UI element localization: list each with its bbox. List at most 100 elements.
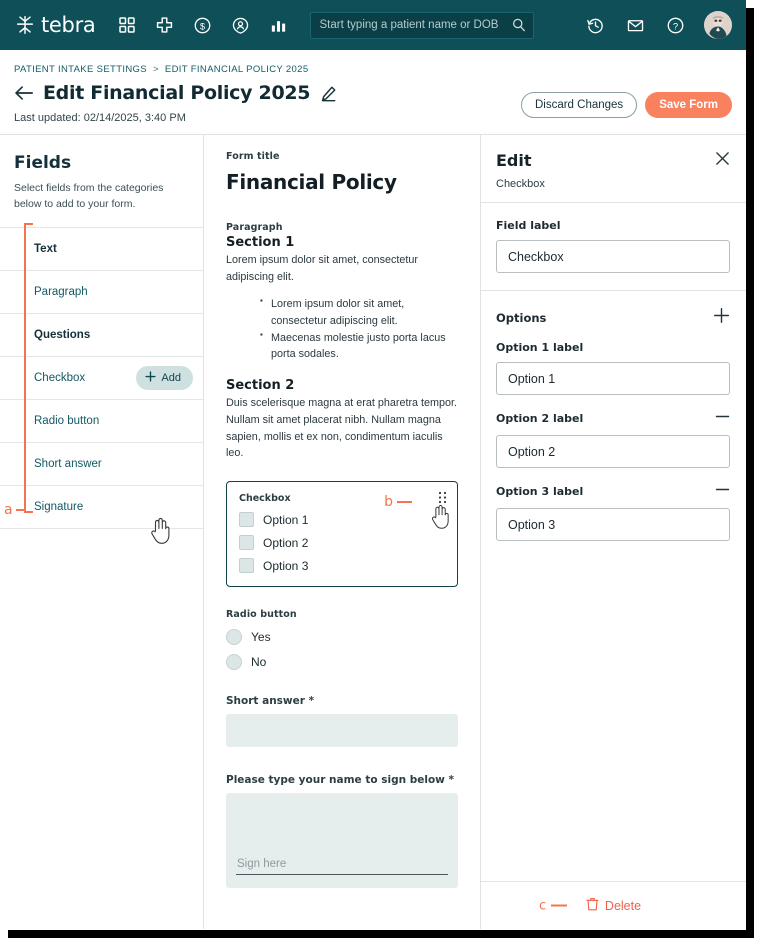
plus-icon bbox=[145, 370, 157, 385]
remove-option-3-icon[interactable] bbox=[715, 482, 730, 500]
breadcrumb-current: EDIT FINANCIAL POLICY 2025 bbox=[164, 64, 309, 75]
checkbox-field-label: Checkbox bbox=[239, 493, 291, 505]
checkbox-option-row[interactable]: Option 3 bbox=[239, 558, 445, 574]
patient-location-icon[interactable] bbox=[222, 6, 260, 44]
close-icon[interactable] bbox=[715, 151, 730, 166]
short-answer-label: Short answer * bbox=[226, 695, 315, 708]
history-clock-icon[interactable] bbox=[576, 6, 614, 44]
edit-panel-subtitle: Checkbox bbox=[496, 178, 545, 190]
list-item: Lorem ipsum dolor sit amet, consectetur … bbox=[260, 295, 458, 328]
annotation-bracket-a bbox=[24, 223, 33, 513]
option-3-input[interactable] bbox=[496, 508, 730, 541]
section2-heading: Section 2 bbox=[226, 378, 295, 394]
short-answer-input[interactable] bbox=[226, 714, 458, 748]
option-label-title: Option 1 label bbox=[496, 341, 584, 354]
checkbox-input[interactable] bbox=[239, 535, 254, 551]
tebra-logo[interactable]: tebra bbox=[14, 13, 96, 37]
section2-text: Duis scelerisque magna at erat pharetra … bbox=[226, 397, 458, 460]
bar-chart-icon[interactable] bbox=[260, 6, 298, 44]
options-heading: Options bbox=[496, 310, 547, 325]
option-2-input[interactable] bbox=[496, 435, 730, 468]
field-label-input[interactable] bbox=[496, 240, 730, 273]
add-checkbox-button[interactable]: Add bbox=[136, 365, 193, 390]
radio-input[interactable] bbox=[226, 629, 242, 646]
option-block-2: Option 2 label bbox=[481, 409, 746, 468]
checkbox-option-label: Option 3 bbox=[263, 558, 309, 573]
breadcrumb-separator-icon: > bbox=[152, 64, 159, 75]
top-navigation-bar: tebra $ Start typing a patient name or D… bbox=[0, 0, 746, 50]
checkbox-input[interactable] bbox=[239, 512, 254, 528]
grid-icon[interactable] bbox=[108, 6, 146, 44]
search-input[interactable] bbox=[319, 19, 511, 31]
option-1-input[interactable] bbox=[496, 362, 730, 395]
field-row-label: Checkbox bbox=[34, 371, 86, 384]
paragraph-block[interactable]: Paragraph Section 1 Lorem ipsum dolor si… bbox=[226, 222, 458, 462]
radio-field-block[interactable]: Radio button Yes No bbox=[226, 609, 458, 671]
form-title-label: Form title bbox=[226, 151, 280, 162]
signature-pad[interactable]: Sign here bbox=[226, 793, 458, 889]
option-label-row: Option 2 label bbox=[496, 409, 730, 427]
field-row-label: Text bbox=[34, 242, 57, 255]
checkbox-option-row[interactable]: Option 1 bbox=[239, 512, 445, 528]
radio-option-row[interactable]: No bbox=[226, 654, 458, 671]
annotation-c-letter: c bbox=[539, 898, 547, 913]
brand-name: tebra bbox=[41, 13, 96, 37]
add-option-icon[interactable] bbox=[713, 307, 730, 328]
field-row-label: Short answer bbox=[34, 457, 102, 470]
edit-panel-title: Edit bbox=[496, 151, 532, 170]
field-label-section: Field label bbox=[481, 203, 746, 290]
option-label-row: Option 1 label bbox=[496, 341, 730, 354]
delete-field-button[interactable]: Delete bbox=[586, 897, 641, 914]
signature-label: Please type your name to sign below * bbox=[226, 774, 455, 787]
top-nav-right-group: ? bbox=[576, 6, 736, 44]
delete-label: Delete bbox=[604, 898, 642, 913]
breadcrumb-root[interactable]: PATIENT INTAKE SETTINGS bbox=[14, 64, 147, 75]
checkbox-input[interactable] bbox=[239, 558, 254, 574]
remove-option-2-icon[interactable] bbox=[715, 409, 730, 427]
discard-changes-button[interactable]: Discard Changes bbox=[520, 92, 638, 118]
annotation-a-letter: a bbox=[4, 502, 13, 518]
help-circle-icon[interactable]: ? bbox=[656, 6, 694, 44]
user-avatar[interactable] bbox=[704, 11, 732, 39]
dollar-circle-icon[interactable]: $ bbox=[184, 6, 222, 44]
fields-sidebar: Fields Select fields from the categories… bbox=[0, 135, 204, 929]
app-window: tebra $ Start typing a patient name or D… bbox=[0, 0, 746, 930]
sidebar-subtext: Select fields from the categories below … bbox=[14, 182, 164, 211]
form-canvas: Form title Financial Policy Paragraph Se… bbox=[204, 135, 481, 929]
short-answer-block[interactable]: Short answer * bbox=[226, 695, 458, 748]
svg-text:?: ? bbox=[672, 21, 677, 32]
signature-block[interactable]: Please type your name to sign below * Si… bbox=[226, 774, 458, 889]
annotation-label-a: a bbox=[4, 502, 25, 518]
field-row-label: Paragraph bbox=[34, 285, 88, 298]
radio-option-label: No bbox=[251, 655, 267, 670]
header-actions: Discard Changes Save Form bbox=[520, 92, 732, 118]
edit-panel-header: Edit Checkbox bbox=[481, 135, 746, 202]
page-title: Edit Financial Policy 2025 bbox=[43, 82, 311, 104]
list-item: Maecenas molestie justo porta lacus port… bbox=[260, 329, 458, 362]
page-header: PATIENT INTAKE SETTINGS > EDIT FINANCIAL… bbox=[0, 50, 746, 134]
edit-pencil-icon[interactable] bbox=[320, 85, 337, 102]
signature-line bbox=[236, 874, 448, 876]
annotation-b-dash bbox=[397, 501, 412, 504]
drag-handle-icon[interactable] bbox=[438, 491, 447, 509]
option-label-title: Option 2 label bbox=[496, 411, 584, 425]
field-row-label: Radio button bbox=[34, 414, 100, 427]
radio-option-label: Yes bbox=[251, 630, 271, 645]
checkbox-field-card[interactable]: Checkbox Option 1 Option 2 Option 3 b bbox=[226, 481, 458, 588]
field-label-title: Field label bbox=[496, 219, 561, 232]
edit-panel-footer: c Delete bbox=[481, 881, 746, 929]
checkbox-option-row[interactable]: Option 2 bbox=[239, 535, 445, 551]
patient-search-box[interactable] bbox=[309, 11, 534, 39]
search-icon[interactable] bbox=[511, 17, 527, 33]
radio-input[interactable] bbox=[226, 654, 242, 671]
section1-bullet-list: Lorem ipsum dolor sit amet, consectetur … bbox=[260, 295, 458, 362]
editor-body: Fields Select fields from the categories… bbox=[0, 134, 746, 929]
save-form-button[interactable]: Save Form bbox=[645, 92, 732, 118]
radio-option-row[interactable]: Yes bbox=[226, 629, 458, 646]
plus-medical-icon[interactable] bbox=[146, 6, 184, 44]
mail-icon[interactable] bbox=[616, 6, 654, 44]
annotation-label-b: b bbox=[384, 494, 412, 510]
back-arrow-icon[interactable] bbox=[14, 84, 34, 102]
add-button-label: Add bbox=[161, 371, 181, 384]
form-title-text[interactable]: Financial Policy bbox=[226, 170, 458, 194]
